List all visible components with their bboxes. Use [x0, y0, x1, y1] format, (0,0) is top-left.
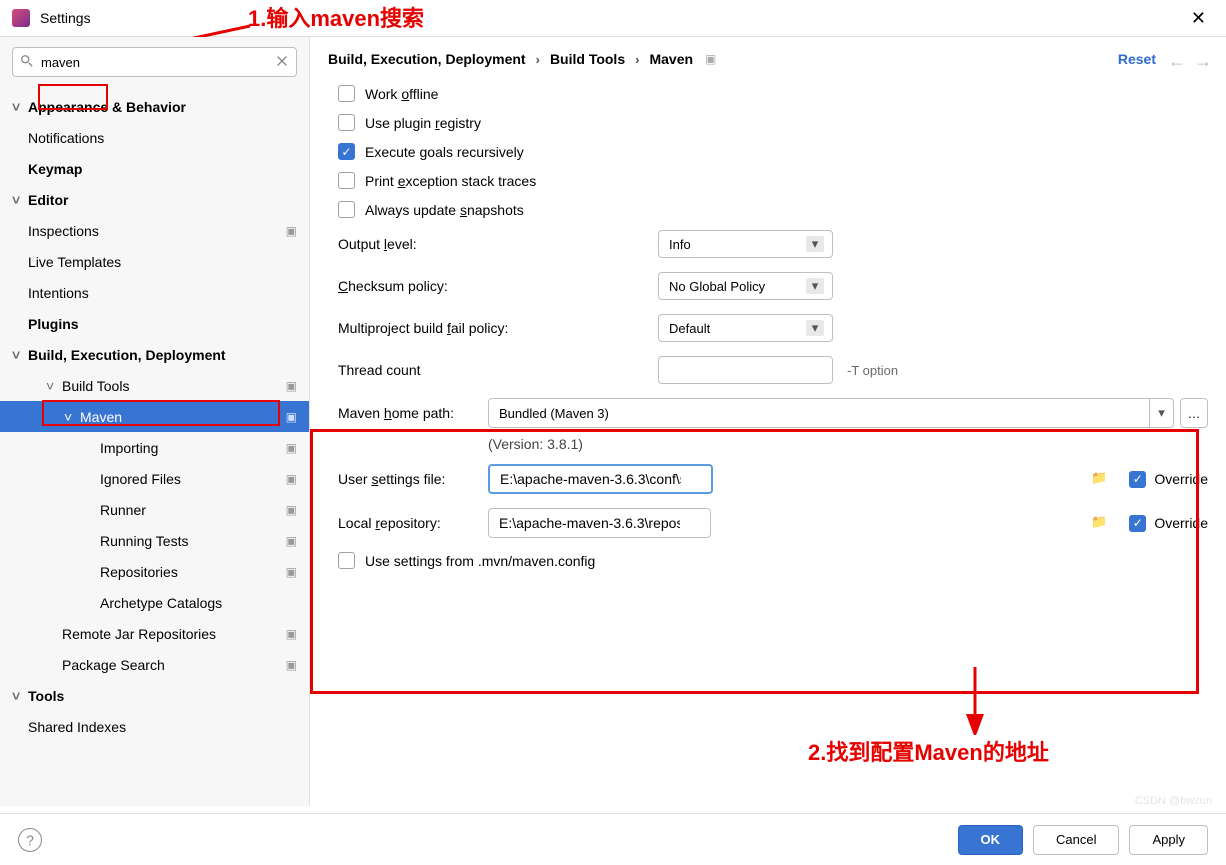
clear-icon[interactable] [275, 54, 289, 68]
sidebar-item-archetype[interactable]: Archetype Catalogs [0, 587, 309, 618]
chevron-down-icon: ▾ [806, 320, 824, 336]
select-maven-home[interactable]: Bundled (Maven 3)▾ [488, 398, 1174, 428]
sidebar-item-plugins[interactable]: Plugins [0, 308, 309, 339]
sidebar-item-bed[interactable]: ˅Build, Execution, Deployment [0, 339, 309, 370]
crumb-2[interactable]: Build Tools [550, 51, 625, 67]
chevron-down-icon: ▾ [806, 236, 824, 252]
sidebar-item-intentions[interactable]: Intentions [0, 277, 309, 308]
sidebar-item-remote-jar[interactable]: Remote Jar Repositories▣ [0, 618, 309, 649]
folder-icon[interactable]: 📁 [1091, 514, 1107, 530]
folder-icon[interactable]: 📁 [1091, 470, 1107, 486]
sidebar-item-editor[interactable]: ˅Editor [0, 184, 309, 215]
breadcrumb: Build, Execution, Deployment › Build Too… [328, 51, 1208, 67]
cancel-button[interactable]: Cancel [1033, 825, 1119, 855]
ok-button[interactable]: OK [958, 825, 1024, 855]
checkbox-override-settings[interactable] [1129, 471, 1146, 488]
label-user-settings: User settings file: [338, 471, 488, 487]
settings-tree: ˅Appearance & Behavior Notifications Key… [0, 87, 309, 746]
search-box [12, 47, 297, 77]
label-exec-goals: Execute goals recursively [365, 144, 524, 160]
sidebar-item-running-tests[interactable]: Running Tests▣ [0, 525, 309, 556]
search-input[interactable] [12, 47, 297, 77]
project-icon: ▣ [705, 52, 716, 66]
select-output-level[interactable]: Info▾ [658, 230, 833, 258]
chevron-down-icon: ▾ [1149, 399, 1173, 427]
select-multiproject[interactable]: Default▾ [658, 314, 833, 342]
checkbox-exec-goals[interactable] [338, 143, 355, 160]
label-maven-home: Maven home path: [338, 405, 488, 421]
sidebar-item-importing[interactable]: Importing▣ [0, 432, 309, 463]
forward-icon[interactable]: → [1194, 51, 1212, 72]
sidebar: ˅Appearance & Behavior Notifications Key… [0, 37, 310, 806]
maven-version: (Version: 3.8.1) [488, 436, 1208, 452]
label-work-offline: Work offline [365, 86, 438, 102]
apply-button[interactable]: Apply [1129, 825, 1208, 855]
window-title: Settings [40, 10, 91, 26]
label-print-exc: Print exception stack traces [365, 173, 536, 189]
content-pane: Build, Execution, Deployment › Build Too… [310, 37, 1226, 806]
label-checksum: Checksum policy: [338, 278, 658, 294]
sidebar-item-appearance[interactable]: ˅Appearance & Behavior [0, 91, 309, 122]
search-icon [20, 54, 34, 68]
annotation-step2: 2.找到配置Maven的地址 [808, 735, 1049, 767]
sidebar-item-package-search[interactable]: Package Search▣ [0, 649, 309, 680]
checkbox-plugin-registry[interactable] [338, 114, 355, 131]
label-multiproject: Multiproject build fail policy: [338, 320, 658, 336]
sidebar-item-notifications[interactable]: Notifications [0, 122, 309, 153]
crumb-3[interactable]: Maven [649, 51, 693, 67]
label-local-repo: Local repository: [338, 515, 488, 531]
app-icon [12, 9, 30, 27]
sidebar-item-runner[interactable]: Runner▣ [0, 494, 309, 525]
chevron-right-icon: › [635, 52, 639, 67]
close-icon[interactable]: ✕ [1183, 4, 1214, 33]
sidebar-item-ignored-files[interactable]: Ignored Files▣ [0, 463, 309, 494]
label-snapshots: Always update snapshots [365, 202, 524, 218]
chevron-down-icon: ▾ [806, 278, 824, 294]
label-override: Override [1154, 471, 1208, 487]
sidebar-item-build-tools[interactable]: ˅Build Tools▣ [0, 370, 309, 401]
input-thread-count[interactable] [658, 356, 833, 384]
sidebar-item-shared-indexes[interactable]: Shared Indexes [0, 711, 309, 742]
reset-link[interactable]: Reset [1118, 51, 1156, 67]
back-icon[interactable]: ← [1168, 51, 1186, 72]
label-thread-count: Thread count [338, 362, 658, 378]
label-mvn-config: Use settings from .mvn/maven.config [365, 553, 595, 569]
browse-button[interactable]: … [1180, 398, 1208, 428]
checkbox-work-offline[interactable] [338, 85, 355, 102]
sidebar-item-live-templates[interactable]: Live Templates [0, 246, 309, 277]
chevron-right-icon: › [536, 52, 540, 67]
sidebar-item-keymap[interactable]: Keymap [0, 153, 309, 184]
checkbox-print-exc[interactable] [338, 172, 355, 189]
hint-thread: -T option [847, 363, 898, 378]
select-checksum[interactable]: No Global Policy▾ [658, 272, 833, 300]
help-icon[interactable]: ? [18, 828, 42, 852]
input-user-settings[interactable] [488, 464, 713, 494]
footer: ? OK Cancel Apply [0, 813, 1226, 865]
sidebar-item-maven[interactable]: ˅Maven▣ [0, 401, 309, 432]
checkbox-override-repo[interactable] [1129, 515, 1146, 532]
sidebar-item-repositories[interactable]: Repositories▣ [0, 556, 309, 587]
arrow-2-icon [960, 665, 990, 735]
crumb-1[interactable]: Build, Execution, Deployment [328, 51, 526, 67]
checkbox-snapshots[interactable] [338, 201, 355, 218]
label-plugin-registry: Use plugin registry [365, 115, 481, 131]
input-local-repo[interactable] [488, 508, 711, 538]
titlebar: Settings ✕ [0, 0, 1226, 36]
sidebar-item-inspections[interactable]: Inspections▣ [0, 215, 309, 246]
sidebar-item-tools[interactable]: ˅Tools [0, 680, 309, 711]
label-override: Override [1154, 515, 1208, 531]
checkbox-mvn-config[interactable] [338, 552, 355, 569]
label-output-level: Output level: [338, 236, 658, 252]
